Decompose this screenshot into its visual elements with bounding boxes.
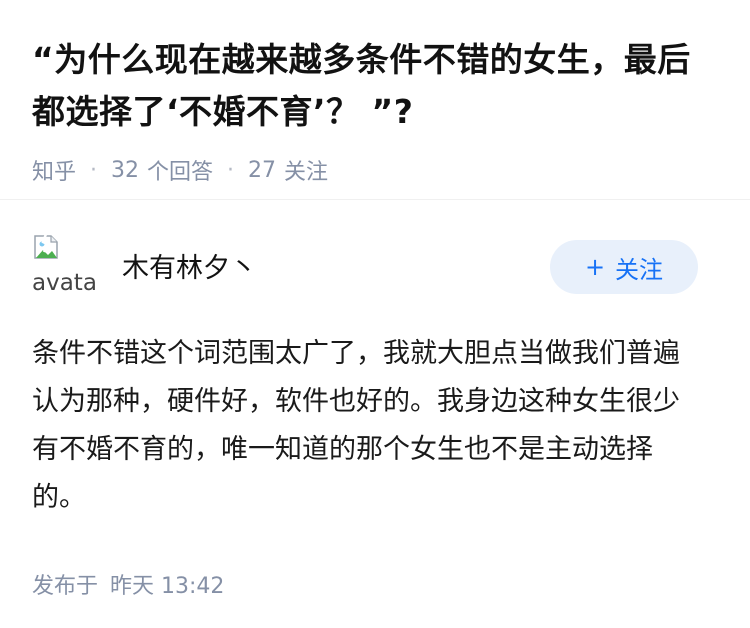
question-meta: 知乎 · 32 个回答 · 27 关注	[32, 154, 718, 186]
zhihu-answer-page: “为什么现在越来越多条件不错的女生，最后都选择了‘不婚不育’？ ”? 知乎 · …	[0, 0, 750, 628]
published-time: 昨天 13:42	[110, 574, 225, 599]
follow-count-label: 关注	[284, 160, 329, 185]
follow-count: 27	[248, 157, 277, 183]
answer-count: 32	[111, 157, 140, 183]
plus-icon: +	[584, 253, 606, 281]
meta-separator: ·	[90, 157, 98, 183]
question-title[interactable]: “为什么现在越来越多条件不错的女生，最后都选择了‘不婚不育’？ ”?	[32, 34, 718, 138]
answer-timestamp: 发布于 昨天 13:42	[32, 568, 718, 600]
question-header: “为什么现在越来越多条件不错的女生，最后都选择了‘不婚不育’？ ”? 知乎 · …	[0, 0, 750, 200]
published-label: 发布于	[32, 574, 99, 599]
avatar[interactable]: avatar	[32, 232, 98, 298]
follow-button[interactable]: + 关注	[550, 240, 698, 294]
author-row: avatar 木有林夕丶 + 关注	[32, 233, 718, 296]
source-label[interactable]: 知乎	[32, 154, 76, 186]
follow-button-label: 关注	[615, 255, 664, 284]
answer-content[interactable]: 条件不错这个词范围太广了，我就大胆点当做我们普遍认为那种，硬件好，软件也好的。我…	[32, 330, 718, 522]
meta-separator: ·	[227, 157, 235, 183]
answer-card: avatar 木有林夕丶 + 关注 条件不错这个词范围太广了，我就大胆点当做我们…	[0, 200, 750, 600]
answer-count-label[interactable]: 个回答	[147, 154, 213, 186]
avatar-alt-text: avatar	[32, 270, 98, 296]
author-name[interactable]: 木有林夕丶	[122, 246, 257, 285]
broken-image-icon	[34, 233, 58, 259]
